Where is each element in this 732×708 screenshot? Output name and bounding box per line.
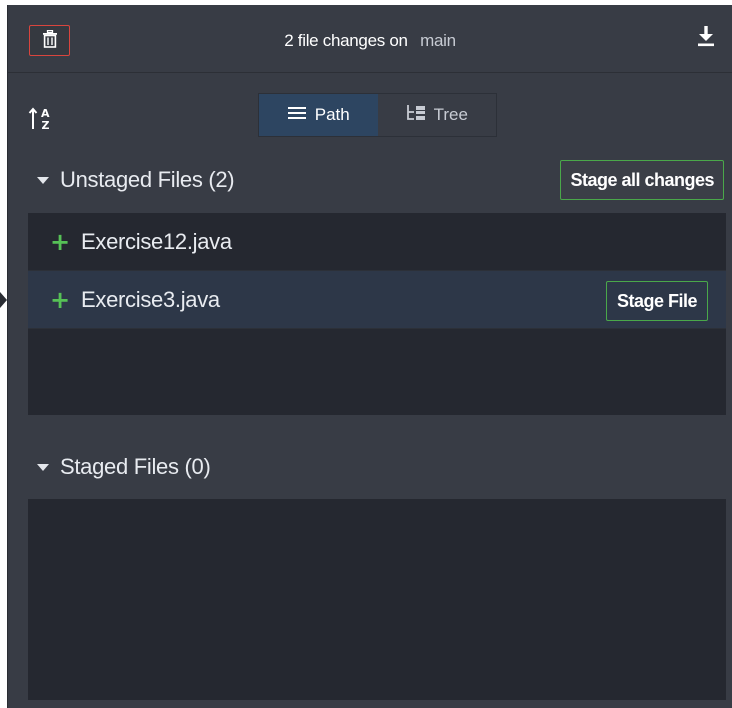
tree-view-button[interactable]: Tree	[377, 94, 496, 136]
view-mode-toggle: Path Tree	[258, 93, 497, 137]
stage-file-button[interactable]: Stage File	[605, 281, 708, 321]
file-row-selected[interactable]: + Exercise3.java Stage File	[28, 271, 726, 329]
file-name: Exercise12.java	[81, 228, 232, 254]
added-icon: +	[50, 227, 71, 256]
stage-all-button[interactable]: Stage all changes	[560, 160, 724, 200]
staged-section-header[interactable]: Staged Files (0)	[8, 445, 732, 489]
tree-icon	[406, 104, 426, 127]
download-icon	[697, 25, 715, 51]
file-row[interactable]: + Exercise12.java	[28, 213, 726, 271]
branch-name: main	[420, 31, 456, 50]
header-title: 2 file changes on main	[8, 31, 732, 51]
svg-text:Z: Z	[42, 119, 50, 132]
path-view-button[interactable]: Path	[259, 94, 378, 136]
git-changes-panel: 2 file changes on main A Z Path Tree Uns…	[7, 5, 732, 708]
staged-file-list	[28, 499, 726, 700]
sort-alpha-icon: A Z	[28, 107, 56, 137]
list-icon	[287, 105, 307, 126]
unstaged-file-list: + Exercise12.java + Exercise3.java Stage…	[28, 213, 726, 415]
caret-down-icon	[37, 176, 49, 184]
file-changes-count: 2 file changes on	[284, 31, 408, 50]
tree-view-label: Tree	[433, 105, 468, 124]
caret-down-icon	[37, 463, 49, 471]
panel-resize-handle[interactable]	[0, 292, 7, 308]
unstaged-section-title: Unstaged Files (2)	[60, 167, 235, 192]
panel-header: 2 file changes on main	[8, 5, 732, 73]
file-name: Exercise3.java	[81, 286, 220, 312]
sort-button[interactable]: A Z	[28, 105, 58, 135]
added-icon: +	[50, 285, 71, 314]
staged-section-title: Staged Files (0)	[60, 454, 211, 479]
pull-button[interactable]	[694, 25, 718, 51]
path-view-label: Path	[314, 105, 350, 124]
